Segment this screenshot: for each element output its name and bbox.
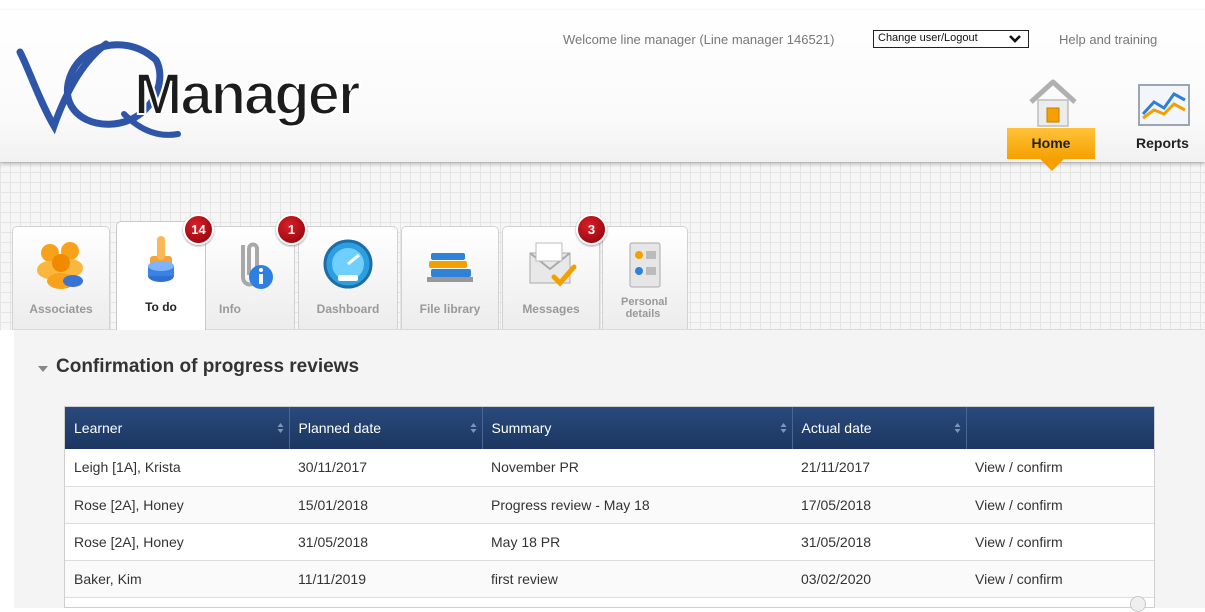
cell-planned-date: 11/11/2019 bbox=[289, 560, 482, 598]
sort-icon bbox=[277, 423, 283, 433]
todo-count-badge: 14 bbox=[183, 214, 214, 245]
nav-reports-label: Reports bbox=[1136, 135, 1189, 151]
tab-associates[interactable]: Associates bbox=[12, 226, 110, 330]
sort-icon bbox=[954, 423, 960, 433]
column-header-planned-date[interactable]: Planned date bbox=[289, 407, 483, 449]
view-confirm-link[interactable]: View / confirm bbox=[966, 560, 1154, 598]
tab-to-do-label: To do bbox=[145, 300, 177, 314]
progress-reviews-table: Learner Planned date Summary Actual date bbox=[64, 406, 1155, 608]
tab-info-label: Info bbox=[219, 302, 241, 316]
column-header-label: Actual date bbox=[801, 420, 872, 436]
cell-actual-date: 17/05/2018 bbox=[792, 486, 966, 524]
info-paperclip-icon bbox=[241, 242, 273, 289]
cell-summary: November PR bbox=[482, 449, 792, 487]
cell-learner: Baker, Kim bbox=[65, 560, 289, 598]
tab-messages-label: Messages bbox=[522, 302, 580, 316]
view-confirm-link[interactable]: View / confirm bbox=[966, 523, 1154, 561]
welcome-message: Welcome line manager (Line manager 14652… bbox=[563, 32, 835, 47]
view-confirm-link[interactable]: View / confirm bbox=[966, 449, 1154, 487]
nav-reports-button[interactable]: Reports bbox=[1130, 76, 1205, 160]
associates-icon bbox=[37, 242, 83, 289]
messages-envelope-icon bbox=[529, 242, 577, 287]
scrollbar-handle[interactable] bbox=[1130, 596, 1146, 612]
sort-icon bbox=[470, 423, 476, 433]
reports-chart-icon bbox=[1138, 84, 1190, 126]
tab-personal-details-label: Personal details bbox=[621, 296, 668, 320]
cell-actual-date: 21/11/2017 bbox=[792, 449, 966, 487]
nav-home-label: Home bbox=[1007, 128, 1095, 159]
cell-planned-date: 30/11/2017 bbox=[289, 449, 482, 487]
personal-details-card-icon bbox=[629, 242, 661, 288]
table-row: Rose [2A], Honey 31/05/2018 May 18 PR 31… bbox=[65, 523, 1154, 561]
file-library-books-icon bbox=[427, 253, 473, 282]
collapse-triangle-icon[interactable] bbox=[38, 366, 48, 372]
help-and-training-link[interactable]: Help and training bbox=[1059, 32, 1157, 47]
cell-summary: Progress review - May 18 bbox=[482, 486, 792, 524]
change-user-select[interactable]: Change user/Logout bbox=[873, 30, 1029, 48]
column-header-actual-date[interactable]: Actual date bbox=[792, 407, 967, 449]
column-header-label: Learner bbox=[74, 420, 123, 436]
nav-home-pointer bbox=[1040, 159, 1064, 171]
tab-personal-details[interactable]: Personal details bbox=[602, 226, 688, 330]
pointing-hand-icon bbox=[148, 236, 174, 282]
cell-actual-date: 31/05/2018 bbox=[792, 523, 966, 561]
column-header-label: Summary bbox=[491, 420, 552, 436]
cell-learner: Rose [2A], Honey bbox=[65, 486, 289, 524]
cell-summary: May 18 PR bbox=[482, 523, 792, 561]
cell-actual-date: 03/02/2020 bbox=[792, 560, 966, 598]
messages-count-badge: 3 bbox=[576, 214, 607, 245]
change-user-select-value: Change user/Logout bbox=[878, 32, 978, 44]
column-header-label: Planned date bbox=[298, 420, 382, 436]
column-header-learner[interactable]: Learner bbox=[65, 407, 290, 449]
content-panel: Confirmation of progress reviews Learner… bbox=[14, 329, 1205, 608]
sort-icon bbox=[780, 423, 786, 433]
cell-learner: Rose [2A], Honey bbox=[65, 523, 289, 561]
column-header-summary[interactable]: Summary bbox=[482, 407, 793, 449]
info-count-badge: 1 bbox=[276, 214, 307, 245]
nav-home-button[interactable]: Home bbox=[1007, 76, 1095, 171]
svg-text:Manager: Manager bbox=[134, 62, 360, 127]
vq-manager-logo: Manager bbox=[16, 40, 363, 138]
app-header: Manager Welcome line manager (Line manag… bbox=[0, 10, 1205, 171]
table-row: Rose [2A], Honey 15/01/2018 Progress rev… bbox=[65, 486, 1154, 524]
cell-planned-date: 31/05/2018 bbox=[289, 523, 482, 561]
tab-file-library[interactable]: File library bbox=[401, 226, 499, 330]
tab-dashboard[interactable]: Dashboard bbox=[298, 226, 398, 330]
tab-dashboard-label: Dashboard bbox=[316, 302, 380, 316]
view-confirm-link[interactable]: View / confirm bbox=[966, 486, 1154, 524]
table-row: Leigh [1A], Krista 30/11/2017 November P… bbox=[65, 449, 1154, 487]
table-row: Baker, Kim 11/11/2019 first review 03/02… bbox=[65, 560, 1154, 598]
dashboard-gauge-icon bbox=[323, 239, 373, 289]
tab-associates-label: Associates bbox=[29, 302, 93, 316]
cell-summary: first review bbox=[482, 560, 792, 598]
table-header-row: Learner Planned date Summary Actual date bbox=[65, 407, 1154, 449]
cell-planned-date: 15/01/2018 bbox=[289, 486, 482, 524]
chevron-down-icon bbox=[1009, 35, 1021, 43]
section-title: Confirmation of progress reviews bbox=[56, 356, 360, 377]
cell-learner: Leigh [1A], Krista bbox=[65, 449, 289, 487]
column-header-actions bbox=[966, 407, 1154, 449]
home-icon bbox=[1029, 79, 1077, 127]
tab-file-library-label: File library bbox=[419, 302, 481, 316]
